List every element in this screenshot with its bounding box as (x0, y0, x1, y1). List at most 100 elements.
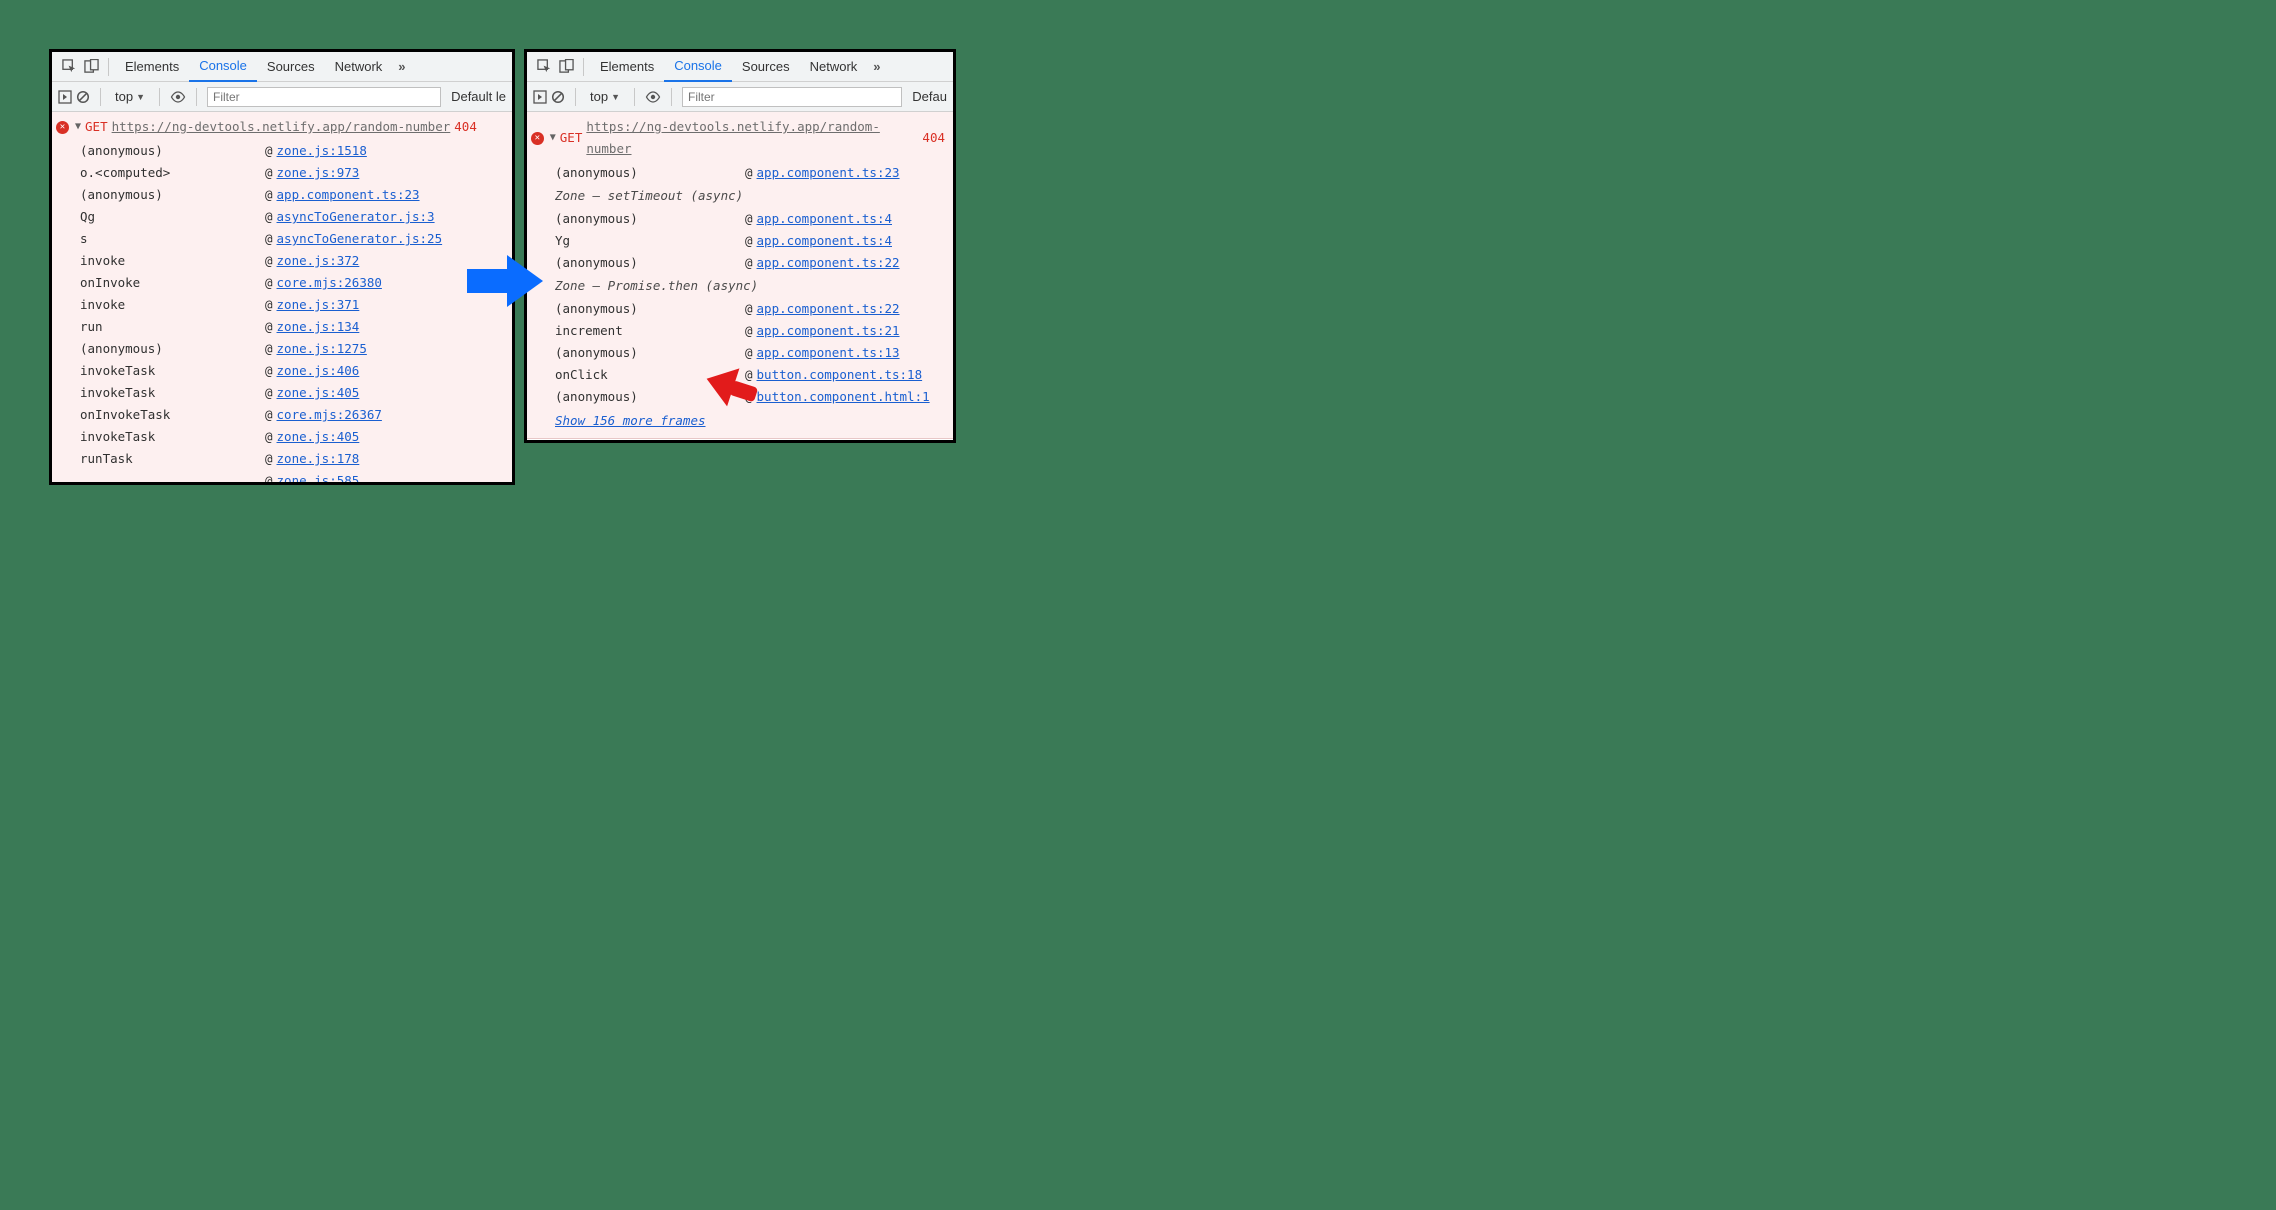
frame-function: invokeTask (80, 360, 265, 382)
stack-frame: (anonymous)@app.component.ts:22 (555, 298, 953, 320)
tabs-overflow-icon[interactable]: » (392, 59, 411, 74)
frame-location-link[interactable]: zone.js:371 (277, 294, 360, 316)
frame-location-link[interactable]: app.component.ts:4 (757, 230, 892, 252)
frame-location-link[interactable]: asyncToGenerator.js:25 (277, 228, 443, 250)
frame-location-link[interactable]: zone.js:405 (277, 382, 360, 404)
chevron-down-icon: ▼ (136, 92, 145, 102)
divider (108, 58, 109, 76)
frame-function: (anonymous) (555, 252, 745, 274)
show-more-frames-link[interactable]: Show 156 more frames (555, 408, 706, 432)
frame-location-link[interactable]: button.component.html:1 (757, 386, 930, 408)
sidebar-toggle-icon[interactable] (58, 90, 72, 104)
inspect-icon[interactable] (533, 56, 555, 78)
inspect-icon[interactable] (58, 56, 80, 78)
frame-function: (anonymous) (80, 140, 265, 162)
divider (100, 88, 101, 106)
frame-location-link[interactable]: asyncToGenerator.js:3 (277, 206, 435, 228)
context-selector[interactable]: top ▼ (586, 89, 624, 104)
frame-location-link[interactable]: app.component.ts:13 (757, 342, 900, 364)
stack-frame: Qg@asyncToGenerator.js:3 (80, 206, 512, 228)
devtools-panel-before: Elements Console Sources Network » top ▼… (49, 49, 515, 485)
stack-frame: onInvokeTask@core.mjs:26367 (80, 404, 512, 426)
context-label: top (590, 89, 608, 104)
frame-function: (anonymous) (555, 162, 745, 184)
stack-frame: s@asyncToGenerator.js:25 (80, 228, 512, 250)
at-symbol: @ (265, 272, 273, 294)
frame-location-link[interactable]: core.mjs:26380 (277, 272, 382, 294)
tab-network[interactable]: Network (325, 52, 393, 82)
request-url[interactable]: https://ng-devtools.netlify.app/random-n… (586, 116, 918, 160)
log-levels-selector[interactable]: Default le (445, 89, 506, 104)
frame-location-link[interactable]: app.component.ts:21 (757, 320, 900, 342)
at-symbol: @ (265, 228, 273, 250)
frame-function: s (80, 228, 265, 250)
frame-function: invoke (80, 250, 265, 272)
frame-location-link[interactable]: zone.js:973 (277, 162, 360, 184)
eye-icon[interactable] (645, 91, 661, 103)
frame-function: (anonymous) (80, 338, 265, 360)
log-levels-selector[interactable]: Defau (906, 89, 947, 104)
tab-console[interactable]: Console (664, 52, 732, 82)
at-symbol: @ (745, 252, 753, 274)
request-url[interactable]: https://ng-devtools.netlify.app/random-n… (112, 116, 451, 138)
at-symbol: @ (265, 250, 273, 272)
frame-location-link[interactable]: zone.js:585 (277, 470, 360, 485)
stack-frame: (anonymous)@zone.js:1518 (80, 140, 512, 162)
frame-location-link[interactable]: zone.js:178 (277, 448, 360, 470)
frame-location-link[interactable]: zone.js:372 (277, 250, 360, 272)
frame-location-link[interactable]: zone.js:1518 (277, 140, 367, 162)
tab-elements[interactable]: Elements (590, 52, 664, 82)
divider (159, 88, 160, 106)
frame-location-link[interactable]: app.component.ts:22 (757, 252, 900, 274)
frame-location-link[interactable]: button.component.ts:18 (757, 364, 923, 386)
async-boundary-label: Zone — setTimeout (async) (555, 184, 953, 208)
error-message[interactable]: ✕ ▼ GET https://ng-devtools.netlify.app/… (527, 116, 953, 162)
at-symbol: @ (265, 360, 273, 382)
frame-function: Qg (80, 206, 265, 228)
frame-location-link[interactable]: app.component.ts:23 (277, 184, 420, 206)
frame-function: invokeTask (80, 426, 265, 448)
console-prompt[interactable]: › (527, 438, 953, 443)
tab-elements[interactable]: Elements (115, 52, 189, 82)
at-symbol: @ (265, 140, 273, 162)
frame-location-link[interactable]: zone.js:134 (277, 316, 360, 338)
frame-function: o.<computed> (80, 162, 265, 184)
clear-console-icon[interactable] (76, 90, 90, 104)
tabs-overflow-icon[interactable]: » (867, 59, 886, 74)
tab-console[interactable]: Console (189, 52, 257, 82)
tab-sources[interactable]: Sources (732, 52, 800, 82)
frame-location-link[interactable]: zone.js:1275 (277, 338, 367, 360)
frame-location-link[interactable]: zone.js:405 (277, 426, 360, 448)
context-selector[interactable]: top ▼ (111, 89, 149, 104)
sidebar-toggle-icon[interactable] (533, 90, 547, 104)
device-toggle-icon[interactable] (555, 56, 577, 78)
tab-network[interactable]: Network (800, 52, 868, 82)
filter-input[interactable] (682, 87, 902, 107)
frame-function: invokeTask (80, 382, 265, 404)
expand-toggle-icon[interactable]: ▼ (75, 116, 81, 138)
frame-location-link[interactable]: zone.js:406 (277, 360, 360, 382)
frame-location-link[interactable]: app.component.ts:22 (757, 298, 900, 320)
expand-toggle-icon[interactable]: ▼ (550, 127, 556, 149)
frame-location-link[interactable]: app.component.ts:23 (757, 162, 900, 184)
eye-icon[interactable] (170, 91, 186, 103)
error-message[interactable]: ✕ ▼ GET https://ng-devtools.netlify.app/… (52, 116, 512, 140)
frame-function: invoke (80, 294, 265, 316)
frame-location-link[interactable]: core.mjs:26367 (277, 404, 382, 426)
stack-frame: invoke@zone.js:372 (80, 250, 512, 272)
clear-console-icon[interactable] (551, 90, 565, 104)
console-output: ✕ ▼ GET https://ng-devtools.netlify.app/… (52, 112, 512, 485)
console-toolbar: top ▼ Default le (52, 82, 512, 112)
device-toggle-icon[interactable] (80, 56, 102, 78)
tab-sources[interactable]: Sources (257, 52, 325, 82)
frame-location-link[interactable]: app.component.ts:4 (757, 208, 892, 230)
stack-trace: (anonymous)@zone.js:1518o.<computed>@zon… (52, 140, 512, 485)
filter-input[interactable] (207, 87, 441, 107)
frame-function: (anonymous) (555, 208, 745, 230)
async-boundary-label: Zone — Promise.then (async) (555, 274, 953, 298)
divider (634, 88, 635, 106)
at-symbol: @ (265, 206, 273, 228)
status-code: 404 (454, 116, 477, 138)
frame-function: (anonymous) (555, 298, 745, 320)
at-symbol: @ (265, 404, 273, 426)
